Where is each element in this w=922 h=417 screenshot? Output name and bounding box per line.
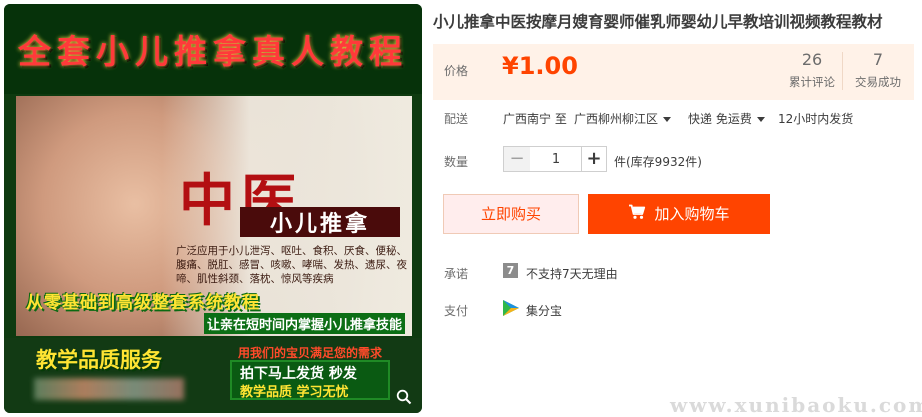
stock-text: 件(库存9932件) xyxy=(614,155,702,169)
watermark: www.xunibaoku.com xyxy=(670,393,922,417)
image-ship-line1: 拍下马上发货 秒发 xyxy=(240,366,357,382)
price-label: 价格 xyxy=(444,64,469,78)
add-to-cart-label: 加入购物车 xyxy=(654,205,730,223)
image-quality-text: 教学品质服务 xyxy=(36,348,162,372)
quantity-label: 数量 xyxy=(444,155,469,169)
add-to-cart-button[interactable]: 加入购物车 xyxy=(588,194,770,234)
seven-days-icon: 7 xyxy=(503,263,518,278)
blurred-region xyxy=(34,378,184,400)
buy-now-button[interactable]: 立即购买 xyxy=(443,194,579,234)
trade-label: 交易成功 xyxy=(855,75,901,89)
jifenbao-icon xyxy=(503,300,519,316)
image-headline-banner: 全套小儿推拿真人教程 xyxy=(4,4,422,94)
trade-count: 7 xyxy=(872,50,884,69)
chevron-down-icon xyxy=(756,117,765,122)
search-icon[interactable] xyxy=(395,389,413,407)
promise-text[interactable]: 不支持7天无理由 xyxy=(526,265,618,282)
cart-icon xyxy=(628,195,646,235)
image-applications-text: 广泛应用于小儿泄泻、呕吐、食积、厌食、便秘、腹痛、脱肛、感冒、咳嗽、哮喘、发热、… xyxy=(176,245,407,285)
delivery-destination: 广西柳州柳江区 xyxy=(574,112,659,126)
review-count[interactable]: 26 xyxy=(776,50,848,69)
ship-time: 12小时内发货 xyxy=(778,112,854,126)
quantity-increase-button[interactable]: + xyxy=(581,146,607,172)
quantity-input[interactable] xyxy=(530,146,582,172)
image-sub-label: 小儿推拿 xyxy=(240,207,400,237)
delivery-method-select[interactable]: 快递 免运费 xyxy=(688,110,765,127)
delivery-from: 广西南宁 至 xyxy=(503,112,567,126)
product-title: 小儿推拿中医按摩月嫂育婴师催乳师婴幼儿早教培训视频教程教材 xyxy=(433,13,883,31)
image-satisfy-text: 用我们的宝贝满足您的需求 xyxy=(238,346,383,360)
promise-label: 承诺 xyxy=(444,267,469,281)
delivery-destination-select[interactable]: 广西柳州柳江区 xyxy=(574,110,672,127)
review-label[interactable]: 累计评论 xyxy=(776,74,848,90)
image-headline: 全套小儿推拿真人教程 xyxy=(18,32,408,71)
chevron-down-icon xyxy=(663,117,672,122)
delivery-label: 配送 xyxy=(444,112,469,126)
product-main-image[interactable]: 全套小儿推拿真人教程 中医 小儿推拿 广泛应用于小儿泄泻、呕吐、食积、厌食、便秘… xyxy=(4,4,422,413)
payment-method[interactable]: 集分宝 xyxy=(526,302,562,319)
image-tagline-secondary: 让亲在短时间内掌握小儿推拿技能 xyxy=(204,313,406,334)
image-tagline: 从零基础到高级整套系统教程 xyxy=(26,293,260,313)
delivery-method: 快递 免运费 xyxy=(688,112,752,126)
quantity-decrease-button[interactable]: − xyxy=(503,146,531,172)
payment-label: 支付 xyxy=(444,304,469,318)
image-ship-line2: 教学品质 学习无忧 xyxy=(240,385,349,400)
price-value: ¥1.00 xyxy=(502,52,578,80)
